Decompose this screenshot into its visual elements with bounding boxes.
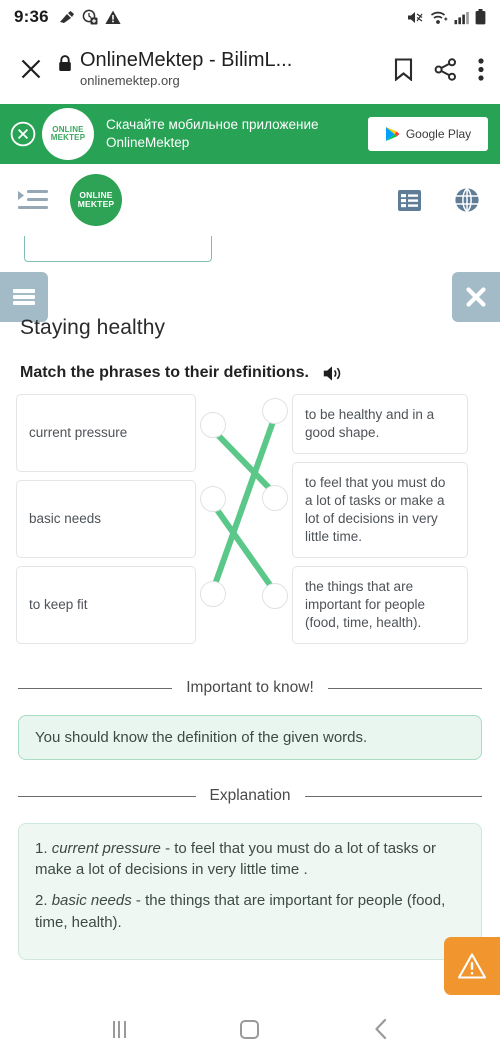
site-logo-line2: MEKTEP — [77, 199, 115, 209]
phrase-box[interactable]: current pressure — [16, 394, 196, 472]
phrase-connector-node[interactable] — [200, 581, 226, 607]
explanation-item: 1. current pressure - to feel that you m… — [35, 838, 465, 881]
page-title: OnlineMektep - BilimL... — [80, 49, 293, 72]
phone-screen: 9:36 OnlineMektep - BilimL... onlinemekt… — [0, 0, 500, 1055]
browser-toolbar: OnlineMektep - BilimL... onlinemektep.or… — [0, 34, 500, 104]
page-url: onlinemektep.org — [80, 73, 180, 89]
android-nav-bar — [0, 1003, 500, 1055]
explanation-term: current pressure — [51, 839, 161, 857]
definition-box[interactable]: to be healthy and in a good shape. — [292, 394, 468, 454]
lesson-toolbar: Staying healthy — [0, 272, 500, 339]
definition-box[interactable]: the things that are important for people… — [292, 565, 468, 644]
battery-icon — [475, 9, 486, 25]
definition-connector-node[interactable] — [262, 398, 288, 424]
lesson-close-button[interactable] — [452, 272, 500, 322]
mute-icon — [408, 11, 423, 23]
explanation-item: 2. basic needs - the things that are imp… — [35, 890, 465, 933]
dismiss-banner-button[interactable] — [10, 121, 36, 147]
site-header: ONLINE MEKTEP — [0, 164, 500, 236]
recents-button[interactable] — [96, 1012, 142, 1046]
explanation-divider: Explanation — [18, 786, 483, 807]
divider-line-right — [304, 795, 483, 797]
promo-text-line2: OnlineMektep — [106, 135, 190, 150]
google-play-label: Google Play — [405, 127, 472, 141]
close-tab-button[interactable] — [14, 52, 48, 86]
warning-triangle-icon — [105, 10, 121, 24]
status-bar: 9:36 — [0, 0, 500, 34]
promo-logo: ONLINE MEKTEP — [42, 108, 94, 160]
explanation-number: 1. — [35, 839, 48, 857]
divider-line-left — [18, 687, 173, 689]
sweep-icon — [59, 10, 74, 23]
task-instruction: Match the phrases to their definitions. — [20, 364, 309, 381]
browser-actions — [394, 57, 484, 81]
share-icon[interactable] — [434, 57, 457, 81]
language-globe-icon[interactable] — [454, 187, 480, 213]
explanation-number: 2. — [35, 892, 48, 910]
explanation-divider-label: Explanation — [209, 786, 291, 804]
promo-text: Скачайте мобильное приложение OnlineMekt… — [106, 116, 368, 152]
lesson-menu-button[interactable] — [0, 272, 48, 322]
warning-triangle-icon — [457, 953, 487, 979]
task-area: Match the phrases to their definitions. … — [0, 364, 500, 961]
app-promo-banner: ONLINE MEKTEP Скачайте мобильное приложе… — [0, 104, 500, 164]
site-logo[interactable]: ONLINE MEKTEP — [70, 174, 122, 226]
divider-line-left — [18, 795, 196, 797]
home-icon — [240, 1019, 260, 1039]
explanation-box: 1. current pressure - to feel that you m… — [18, 822, 482, 961]
google-play-button[interactable]: Google Play — [368, 117, 488, 151]
wifi-icon — [430, 11, 448, 24]
overflow-menu-icon[interactable] — [478, 57, 484, 81]
divider-line-right — [327, 687, 483, 689]
promo-logo-line2: MEKTEP — [50, 133, 86, 142]
home-button[interactable] — [227, 1012, 273, 1046]
status-left-icons — [58, 9, 121, 25]
google-play-icon — [385, 127, 400, 141]
definition-connector-node[interactable] — [262, 583, 288, 609]
phrase-box[interactable]: basic needs — [16, 480, 196, 558]
important-divider-label: Important to know! — [186, 679, 314, 696]
definition-column: to be healthy and in a good shape. to fe… — [292, 394, 468, 652]
task-instruction-row: Match the phrases to their definitions. — [20, 364, 484, 382]
lock-icon — [59, 55, 71, 72]
report-problem-button[interactable] — [444, 937, 500, 995]
promo-text-line1: Скачайте мобильное приложение — [106, 116, 319, 132]
important-divider: Important to know! — [18, 678, 483, 699]
status-right-icons — [407, 9, 486, 25]
search-field-remnant — [24, 236, 212, 262]
clock-badge-icon — [82, 9, 98, 25]
back-chevron-icon — [375, 1018, 386, 1040]
important-note: You should know the definition of the gi… — [18, 714, 482, 760]
definition-connector-node[interactable] — [262, 485, 288, 511]
back-button[interactable] — [358, 1012, 404, 1046]
page-identity[interactable]: OnlineMektep - BilimL... onlinemektep.or… — [58, 49, 384, 89]
definition-box[interactable]: to feel that you must do a lot of tasks … — [292, 461, 468, 558]
status-time: 9:36 — [14, 7, 49, 26]
phrase-box[interactable]: to keep fit — [16, 566, 196, 644]
hamburger-icon — [13, 287, 35, 308]
site-header-actions — [397, 187, 480, 213]
list-view-icon[interactable] — [397, 188, 422, 213]
close-icon — [21, 59, 41, 79]
phrase-connector-node[interactable] — [200, 412, 226, 438]
matching-exercise: current pressure basic needs to keep fit — [16, 394, 484, 652]
recents-icon — [112, 1020, 127, 1038]
phrase-connector-node[interactable] — [200, 486, 226, 512]
close-icon — [466, 287, 486, 307]
indent-list-icon[interactable] — [18, 188, 48, 212]
phrase-column: current pressure basic needs to keep fit — [16, 394, 196, 652]
lesson-title: Staying healthy — [20, 316, 166, 339]
signal-icon — [454, 11, 469, 24]
bookmark-icon[interactable] — [394, 57, 413, 81]
explanation-term: basic needs — [51, 892, 132, 910]
speaker-icon[interactable] — [323, 365, 342, 382]
